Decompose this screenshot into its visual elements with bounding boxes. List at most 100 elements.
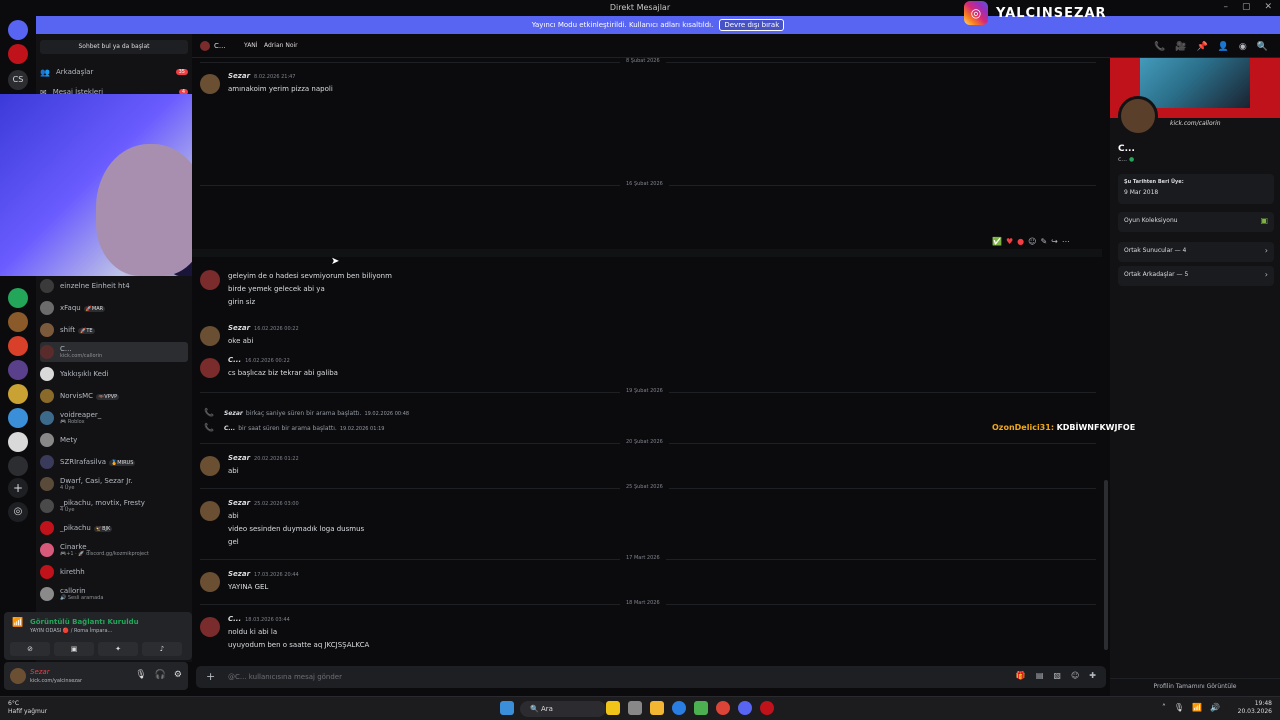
- dm-list-item[interactable]: kirethh: [40, 562, 188, 582]
- dm-list-item[interactable]: Mety: [40, 430, 188, 450]
- server-icon[interactable]: [8, 456, 28, 476]
- server-icon[interactable]: CS: [8, 70, 28, 90]
- close-icon[interactable]: ✕: [1264, 2, 1272, 12]
- widget-icon[interactable]: [606, 701, 620, 715]
- dm-list-item[interactable]: C... kick.com/callorin: [40, 342, 188, 362]
- dm-list-item[interactable]: einzelne Einheit ht4: [40, 276, 188, 296]
- video-call-icon[interactable]: 🎥: [1175, 42, 1186, 52]
- discover-icon[interactable]: ◎: [8, 502, 28, 522]
- mutual-servers-card[interactable]: Ortak Sunucular — 4 ›: [1118, 242, 1274, 262]
- dm-list-item[interactable]: Yakkışıklı Kedi: [40, 364, 188, 384]
- message-composer[interactable]: + @C... kullanıcısına mesaj gönder 🎁 ▤ ▧…: [196, 666, 1106, 688]
- message-author[interactable]: Sezar 25.02.2026 03:00: [228, 499, 299, 507]
- message-author[interactable]: Sezar 16.02.2026 00:22: [228, 324, 299, 332]
- voice-call-icon[interactable]: 📞: [1154, 42, 1165, 52]
- headset-icon[interactable]: 🎧: [155, 670, 166, 680]
- sidebar-item-friends[interactable]: 👥 Arkadaşlar 35: [40, 62, 188, 82]
- disable-streamer-mode-button[interactable]: Devre dışı bırak: [719, 19, 785, 31]
- add-reaction-icon[interactable]: ☺: [1028, 237, 1036, 246]
- user-avatar[interactable]: [10, 668, 26, 684]
- server-icon[interactable]: [8, 360, 28, 380]
- dm-list-item[interactable]: NorvisMC 🦇VPVP: [40, 386, 188, 406]
- dm-list-item[interactable]: xFaqu 🚀MAR: [40, 298, 188, 318]
- message-avatar[interactable]: [200, 358, 220, 378]
- search-icon[interactable]: 🔍: [1257, 42, 1268, 52]
- message-input[interactable]: @C... kullanıcısına mesaj gönder: [228, 673, 342, 681]
- obs-icon[interactable]: [760, 701, 774, 715]
- dm-list-item[interactable]: _pikachu 🦅BJK: [40, 518, 188, 538]
- check-reaction-icon[interactable]: ✅: [992, 237, 1002, 246]
- camera-off-icon[interactable]: ⊘: [10, 642, 50, 656]
- gif-icon[interactable]: ▤: [1036, 671, 1044, 680]
- minimize-icon[interactable]: –: [1223, 2, 1228, 12]
- mutual-friends-card[interactable]: Ortak Arkadaşlar — 5 ›: [1118, 266, 1274, 286]
- activities-icon[interactable]: ✦: [98, 642, 138, 656]
- more-icon[interactable]: ⋯: [1062, 237, 1070, 246]
- clock[interactable]: 19:48 20.03.2026: [1238, 700, 1272, 716]
- heart-reaction-icon[interactable]: ♥: [1006, 237, 1013, 246]
- task-view-icon[interactable]: [628, 701, 642, 715]
- pin-icon[interactable]: 📌: [1196, 42, 1207, 52]
- server-icon[interactable]: [8, 384, 28, 404]
- maximize-icon[interactable]: ▢: [1242, 2, 1251, 12]
- message-author[interactable]: Sezar 20.02.2026 01:22: [228, 454, 299, 462]
- add-friend-icon[interactable]: 👤: [1218, 42, 1229, 52]
- server-icon[interactable]: [8, 288, 28, 308]
- microphone-icon[interactable]: 🎙: [135, 670, 146, 680]
- wifi-icon[interactable]: 📶: [1192, 703, 1202, 712]
- start-icon[interactable]: [500, 701, 514, 715]
- store-icon[interactable]: [694, 701, 708, 715]
- message-avatar[interactable]: [200, 270, 220, 290]
- screen-share-icon[interactable]: ▣: [54, 642, 94, 656]
- weather-widget[interactable]: 6°C Hafif yağmur: [8, 700, 47, 716]
- emoji-icon[interactable]: ☺: [1071, 671, 1079, 680]
- mic-tray-icon[interactable]: 🎙: [1174, 703, 1184, 712]
- message-avatar[interactable]: [200, 501, 220, 521]
- edit-icon[interactable]: ✎: [1040, 237, 1047, 246]
- dm-list-item[interactable]: shift 🚀TE: [40, 320, 188, 340]
- dm-list-item[interactable]: Cinarke_ 🎮+1 · 🚀 discord.gg/kozmikproject: [40, 540, 188, 560]
- sticker-icon[interactable]: ▧: [1053, 671, 1061, 680]
- profile-icon[interactable]: ◉: [1239, 42, 1247, 52]
- server-icon[interactable]: [8, 44, 28, 64]
- message-avatar[interactable]: [200, 456, 220, 476]
- forward-icon[interactable]: ↪: [1051, 237, 1058, 246]
- message-author[interactable]: Sezar 8.02.2026 21:47: [228, 72, 296, 80]
- dm-list-item[interactable]: voidreaper_ 🎮 Roblox: [40, 408, 188, 428]
- server-icon[interactable]: [8, 408, 28, 428]
- dm-list-item[interactable]: Dwarf, Casi, Sezar Jr. 4 Üye: [40, 474, 188, 494]
- dm-search-input[interactable]: Sohbet bul ya da başlat: [40, 40, 188, 54]
- dm-list-item[interactable]: SZRIrafasilva 🏅MIRUS: [40, 452, 188, 472]
- circle-reaction-icon[interactable]: ●: [1017, 237, 1024, 246]
- message-avatar[interactable]: [200, 572, 220, 592]
- discord-icon[interactable]: [738, 701, 752, 715]
- message-author[interactable]: C... 18.03.2026 03:44: [228, 615, 290, 623]
- settings-icon[interactable]: ⚙: [174, 670, 182, 680]
- file-explorer-icon[interactable]: [650, 701, 664, 715]
- message-author[interactable]: C... 16.02.2026 00:22: [228, 356, 290, 364]
- message-avatar[interactable]: [200, 326, 220, 346]
- volume-icon[interactable]: 🔊: [1210, 703, 1220, 712]
- taskbar-search[interactable]: 🔍 Ara: [520, 701, 606, 717]
- chevron-up-icon[interactable]: ˄: [1162, 703, 1166, 712]
- view-full-profile-link[interactable]: Profilin Tamamını Görüntüle: [1110, 678, 1280, 694]
- call-author[interactable]: C...: [224, 425, 235, 432]
- soundboard-icon[interactable]: ♪: [142, 642, 182, 656]
- server-icon[interactable]: [8, 312, 28, 332]
- server-icon[interactable]: [8, 432, 28, 452]
- dm-list-item[interactable]: callorin 🔊 Sesli aramada: [40, 584, 188, 604]
- edge-icon[interactable]: [672, 701, 686, 715]
- game-collection-card[interactable]: Oyun Koleksiyonu ▣: [1118, 212, 1274, 232]
- profile-avatar[interactable]: [1118, 96, 1158, 136]
- dm-list-item[interactable]: _pikachu, movtix, Fresty 4 Üye: [40, 496, 188, 516]
- gift-icon[interactable]: 🎁: [1016, 671, 1026, 680]
- chrome-icon[interactable]: [716, 701, 730, 715]
- chat-scrollbar[interactable]: [1104, 480, 1108, 650]
- add-attachment-icon[interactable]: +: [206, 670, 215, 683]
- add-server-icon[interactable]: +: [8, 478, 28, 498]
- apps-icon[interactable]: ✚: [1089, 671, 1096, 680]
- message-avatar[interactable]: [200, 74, 220, 94]
- message-avatar[interactable]: [200, 617, 220, 637]
- home-icon[interactable]: [8, 20, 28, 40]
- server-icon[interactable]: [8, 336, 28, 356]
